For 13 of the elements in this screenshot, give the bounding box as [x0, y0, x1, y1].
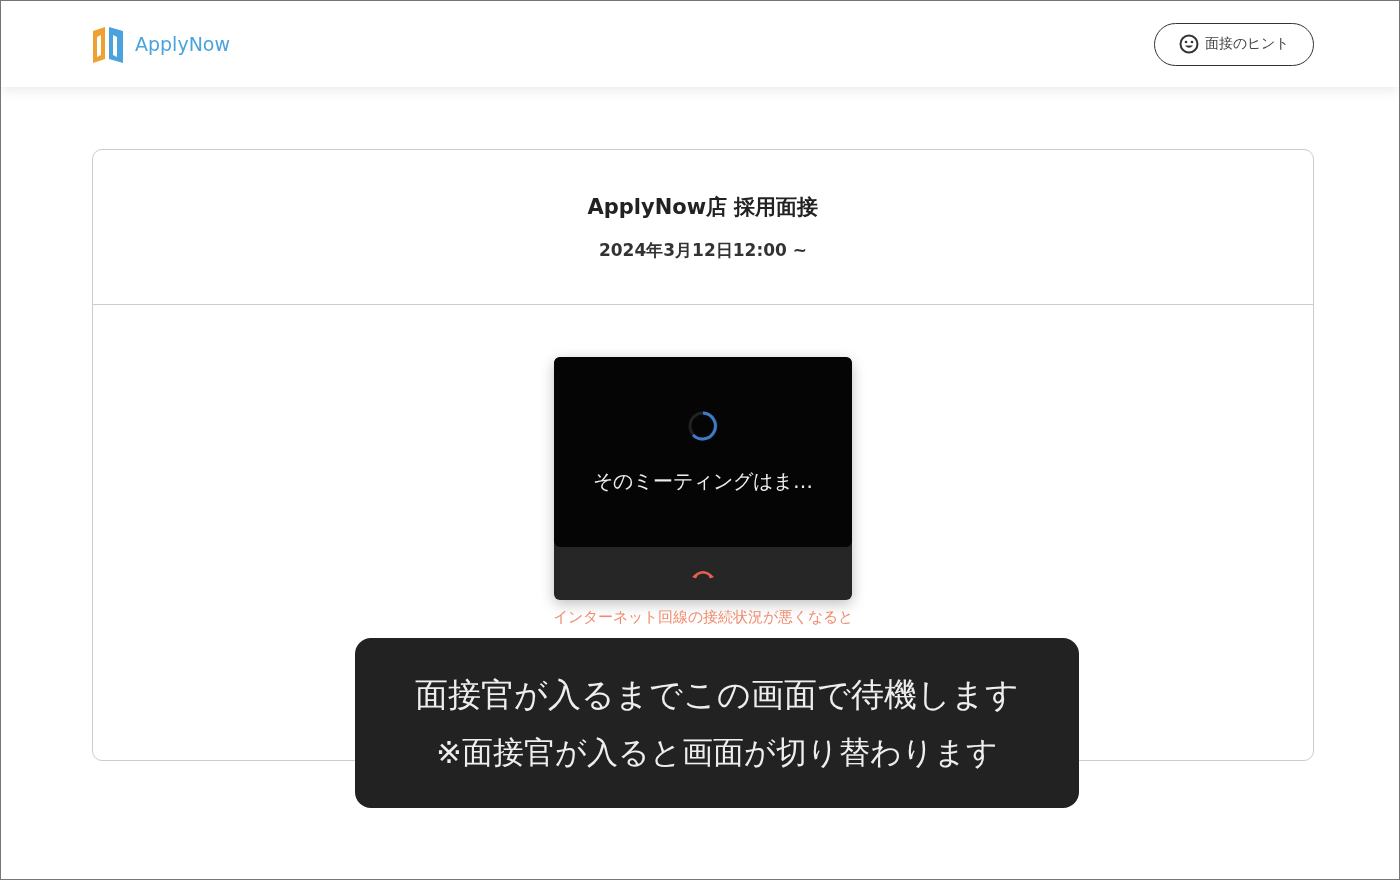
hang-up-button[interactable]: [691, 568, 715, 579]
phone-icon: [691, 568, 715, 579]
loading-spinner-icon: [687, 409, 719, 442]
toast-note: ※面接官が入ると画面が切り替わります: [436, 732, 998, 772]
logo-icon: [91, 25, 125, 63]
smiley-icon: [1179, 34, 1199, 54]
connection-warning: インターネット回線の接続状況が悪くなると: [553, 608, 853, 627]
meeting-status: そのミーティングはま…: [593, 467, 813, 495]
hint-button[interactable]: 面接のヒント: [1154, 22, 1314, 66]
toast-message: 面接官が入るまでこの画面で待機します: [415, 673, 1019, 716]
interview-datetime: 2024年3月12日12:00 ~: [598, 238, 808, 262]
interview-title: ApplyNow店 採用面接: [587, 193, 819, 221]
brand-name: ApplyNow: [135, 33, 231, 55]
